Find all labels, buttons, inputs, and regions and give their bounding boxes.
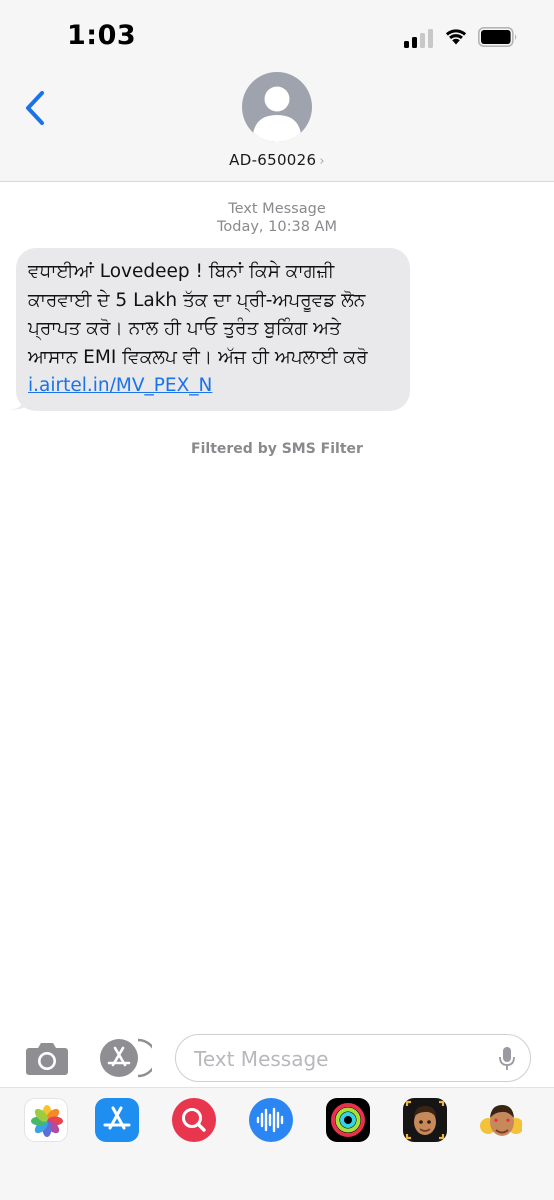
audio-message-app-icon[interactable] <box>249 1098 293 1142</box>
back-button[interactable] <box>18 86 54 132</box>
microphone-icon[interactable] <box>498 1046 516 1072</box>
search-images-app-icon[interactable] <box>172 1098 216 1142</box>
chevron-right-icon: › <box>319 154 325 169</box>
message-link[interactable]: i.airtel.in/MV_PEX_N <box>28 375 212 396</box>
memoji-app-icon[interactable] <box>403 1098 447 1142</box>
status-time: 1:03 <box>67 20 137 51</box>
app-store-app-icon[interactable] <box>95 1098 139 1142</box>
status-bar: 1:03 <box>0 0 554 72</box>
contact-name-button[interactable]: AD-650026 › <box>0 151 554 169</box>
photos-app-icon[interactable] <box>24 1098 68 1142</box>
app-store-icon[interactable] <box>98 1038 152 1078</box>
message-meta: Text Message Today, 10:38 AM <box>0 200 554 236</box>
battery-icon <box>478 27 517 47</box>
contact-name: AD-650026 <box>229 151 317 169</box>
conversation-header: AD-650026 › <box>0 72 554 182</box>
person-silhouette-icon <box>253 86 301 142</box>
message-timestamp: Today, 10:38 AM <box>217 219 337 235</box>
activity-app-icon[interactable] <box>326 1098 370 1142</box>
cellular-signal-icon <box>404 28 434 48</box>
message-type-label: Text Message <box>228 201 326 217</box>
composer-row: Text Message <box>0 1030 554 1086</box>
wifi-icon <box>445 29 467 45</box>
message-text: ਵਧਾਈਆਂ Lovedeep ! ਬਿਨਾਂ ਕਿਸੇ ਕਾਗਜ਼ੀ ਕਾਰਵ… <box>28 261 368 368</box>
camera-icon[interactable] <box>25 1040 69 1076</box>
imessage-app-drawer <box>0 1087 554 1200</box>
messages-screen: 1:03 AD-650026 › Text Message Today, 10:… <box>0 0 554 1200</box>
incoming-message[interactable]: ਵਧਾਈਆਂ Lovedeep ! ਬਿਨਾਂ ਕਿਸੇ ਕਾਗਜ਼ੀ ਕਾਰਵ… <box>10 248 410 411</box>
memoji-stickers-app-icon[interactable] <box>478 1098 522 1142</box>
message-input[interactable]: Text Message <box>175 1034 531 1082</box>
message-input-placeholder: Text Message <box>194 1047 329 1071</box>
contact-avatar[interactable] <box>242 72 312 142</box>
filter-note: Filtered by SMS Filter <box>191 441 363 457</box>
message-bubble[interactable]: ਵਧਾਈਆਂ Lovedeep ! ਬਿਨਾਂ ਕਿਸੇ ਕਾਗਜ਼ੀ ਕਾਰਵ… <box>16 248 410 411</box>
